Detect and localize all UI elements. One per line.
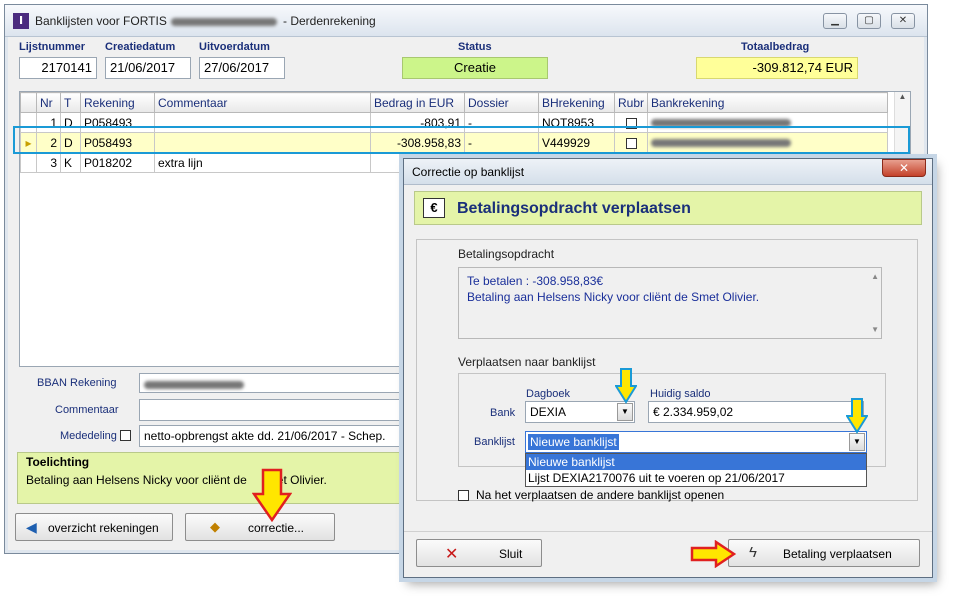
maximize-button[interactable]: ▢ <box>857 13 881 29</box>
main-titlebar[interactable]: Ⅰ Banklijsten voor FORTIS - Derdenrekeni… <box>5 5 927 37</box>
column-header-indicator <box>20 92 37 113</box>
banklijst-dropdown-list: Nieuwe banklijst Lijst DEXIA2170076 uit … <box>525 453 867 487</box>
bban-field[interactable] <box>139 373 405 393</box>
dropdown-option-lijst[interactable]: Lijst DEXIA2170076 uit te voeren op 21/0… <box>526 470 866 486</box>
dagboek-label: Dagboek <box>526 388 571 400</box>
lijstnummer-label: Lijstnummer <box>19 41 86 53</box>
cell-commentaar: extra lijn <box>154 152 371 173</box>
totaalbedrag-field: -309.812,74 EUR <box>696 57 858 79</box>
bank-dropdown-arrow-icon[interactable]: ▼ <box>617 403 633 421</box>
status-label: Status <box>458 41 492 53</box>
table-header-row: Nr T Rekening Commentaar Bedrag in EUR D… <box>20 92 889 113</box>
annotation-arrow-bank-icon <box>615 368 637 404</box>
totaalbedrag-label: Totaalbedrag <box>741 41 810 53</box>
column-header-t[interactable]: T <box>60 92 81 113</box>
column-header-bhrekening[interactable]: BHrekening <box>538 92 615 113</box>
dialog-titlebar[interactable]: Correctie op banklijst ✕ <box>404 159 932 185</box>
memo-scroll-up-icon[interactable]: ▲ <box>871 272 879 281</box>
betaal-line1: Te betalen : -308.958,83€ <box>467 274 604 288</box>
row-highlight-frame <box>13 126 910 154</box>
euro-document-icon: € <box>423 198 445 218</box>
dialog-header-banner: € Betalingsopdracht verplaatsen <box>414 191 922 225</box>
correctie-label: correctie... <box>248 521 305 535</box>
banklijst-select[interactable]: Nieuwe banklijst ▼ <box>525 431 867 453</box>
warning-icon: ◆ <box>210 519 220 534</box>
correctie-dialog: Correctie op banklijst ✕ € Betalingsopdr… <box>403 158 933 578</box>
bank-select-value: DEXIA <box>530 405 567 419</box>
mededeling-label: Mededeling <box>60 430 117 442</box>
dropdown-option-nieuwe[interactable]: Nieuwe banklijst <box>526 454 866 470</box>
window-title-suffix: - Derdenrekening <box>283 14 376 28</box>
column-header-nr[interactable]: Nr <box>36 92 61 113</box>
toelichting-text-a: Betaling aan Helsens Nicky voor cliënt d… <box>26 473 247 487</box>
annotation-arrow-right-icon <box>690 540 736 568</box>
column-header-commentaar[interactable]: Commentaar <box>154 92 371 113</box>
toelichting-title: Toelichting <box>26 455 90 469</box>
arrow-left-icon: ◀ <box>26 519 37 535</box>
overzicht-rekeningen-button[interactable]: ◀ overzicht rekeningen <box>15 513 173 541</box>
close-button[interactable]: ✕ <box>891 13 915 29</box>
column-header-rekening[interactable]: Rekening <box>80 92 155 113</box>
annotation-arrow-banklijst-icon <box>846 398 868 434</box>
annotation-arrow-down-icon <box>252 468 292 522</box>
dialog-title: Correctie op banklijst <box>412 165 525 179</box>
row-indicator <box>20 152 37 173</box>
overzicht-rekeningen-label: overzicht rekeningen <box>48 521 159 535</box>
bban-label: BBAN Rekening <box>37 377 117 389</box>
banklijst-select-value: Nieuwe banklijst <box>528 434 619 450</box>
creatiedatum-label: Creatiedatum <box>105 41 176 53</box>
betalingsopdracht-label: Betalingsopdracht <box>458 247 555 261</box>
memo-scroll-down-icon[interactable]: ▼ <box>871 325 879 334</box>
lightning-icon: ϟ <box>749 544 757 561</box>
sluit-button[interactable]: ✕ Sluit <box>416 539 542 567</box>
sluit-label: Sluit <box>499 547 523 561</box>
status-field: Creatie <box>402 57 548 79</box>
lijstnummer-field[interactable]: 2170141 <box>19 57 97 79</box>
mededeling-checkbox[interactable] <box>120 430 131 441</box>
huidig-saldo-label: Huidig saldo <box>650 388 711 400</box>
dialog-header-title: Betalingsopdracht verplaatsen <box>457 200 691 217</box>
banklijst-label: Banklijst <box>474 436 515 448</box>
cell-nr: 3 <box>36 152 61 173</box>
open-banklijst-checkbox[interactable] <box>458 490 469 501</box>
betaling-verplaatsen-label: Betaling verplaatsen <box>783 547 892 561</box>
redacted-account <box>171 18 277 26</box>
bank-select[interactable]: DEXIA ▼ <box>525 401 635 423</box>
mededeling-field[interactable]: netto-opbrengst akte dd. 21/06/2017 - Sc… <box>139 425 405 447</box>
uitvoerdatum-field[interactable]: 27/06/2017 <box>199 57 285 79</box>
uitvoerdatum-label: Uitvoerdatum <box>199 41 270 53</box>
cell-rekening: P018202 <box>80 152 155 173</box>
commentaar-field[interactable] <box>139 399 405 421</box>
banklijst-dropdown-arrow-icon[interactable]: ▼ <box>849 433 865 451</box>
column-header-rubr[interactable]: Rubr <box>613 92 649 113</box>
column-header-dossier[interactable]: Dossier <box>464 92 539 113</box>
app-icon: Ⅰ <box>13 13 29 29</box>
redacted-bban <box>144 380 244 389</box>
betalingsopdracht-memo[interactable]: Te betalen : -308.958,83€ Betaling aan H… <box>458 267 882 339</box>
cell-t: K <box>60 152 81 173</box>
close-x-icon: ✕ <box>445 546 459 563</box>
column-header-bankrekening[interactable]: Bankrekening <box>647 92 889 113</box>
verplaatsen-label: Verplaatsen naar banklijst <box>458 355 596 369</box>
column-header-bedrag[interactable]: Bedrag in EUR <box>370 92 465 113</box>
betaal-line2: Betaling aan Helsens Nicky voor cliënt d… <box>467 290 760 304</box>
bank-label: Bank <box>490 407 516 419</box>
dialog-close-button[interactable]: ✕ <box>882 159 926 177</box>
minimize-button[interactable]: ▁ <box>823 13 847 29</box>
open-banklijst-label: Na het verplaatsen de andere banklijst o… <box>476 488 725 502</box>
creatiedatum-field[interactable]: 21/06/2017 <box>105 57 191 79</box>
toelichting-box: Toelichting Betaling aan Helsens Nicky v… <box>17 452 411 504</box>
betaling-verplaatsen-button[interactable]: ϟ Betaling verplaatsen <box>728 539 920 567</box>
huidig-saldo-field: € 2.334.959,02 <box>648 401 864 423</box>
commentaar-label: Commentaar <box>55 404 119 416</box>
window-title-prefix: Banklijsten voor FORTIS <box>35 14 167 28</box>
scroll-up-icon[interactable]: ▲ <box>895 92 910 101</box>
